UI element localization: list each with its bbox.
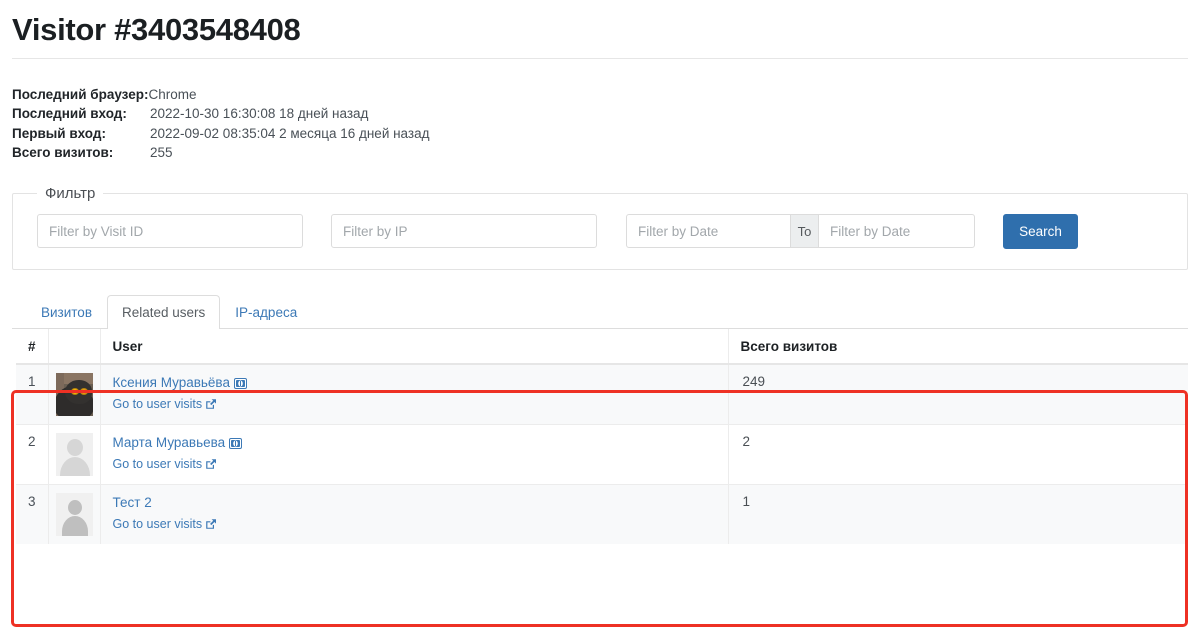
filter-date-to-input[interactable] <box>818 214 975 249</box>
total-visits-value: 2 <box>742 433 751 449</box>
cell-user: Ксения Муравьёва Go to user visits <box>100 363 729 425</box>
column-header-index: # <box>16 328 49 365</box>
goto-visits-line: Go to user visits <box>113 516 716 533</box>
table-head: # User Всего визитов <box>16 328 1188 365</box>
external-link-icon <box>205 518 217 533</box>
cell-user: Марта Муравьева Go to user visits <box>100 423 729 485</box>
user-name-link[interactable]: Тест 2 <box>113 494 152 512</box>
avatar <box>55 492 93 536</box>
table-row: 3 Тест 2 Go to user visits 1 <box>16 483 1188 544</box>
cell-index: 3 <box>16 483 49 544</box>
total-visits-value: 249 <box>742 373 766 389</box>
meta-value-last-visit: 2022-10-30 16:30:08 18 дней назад <box>150 106 369 122</box>
filter-legend: Фильтр <box>45 184 96 202</box>
filter-controls-row: To Search <box>25 208 1175 249</box>
goto-visits-line: Go to user visits <box>113 396 716 413</box>
total-visits-value: 1 <box>742 493 751 509</box>
visitor-detail-page: Visitor #3403548408 Последний браузер: C… <box>0 12 1200 631</box>
cell-avatar <box>48 423 101 485</box>
filter-ip-input[interactable] <box>331 214 597 249</box>
vk-id-badge-icon[interactable] <box>229 437 243 452</box>
tab-visits[interactable]: Визитов <box>26 295 107 329</box>
filter-date-from-input[interactable] <box>626 214 791 249</box>
cell-total-visits: 249 <box>728 363 1188 425</box>
search-button[interactable]: Search <box>1003 213 1078 249</box>
meta-row-total-visits: Всего визитов: 255 <box>12 143 1188 163</box>
page-title: Visitor #3403548408 <box>12 12 301 47</box>
go-to-user-visits-link[interactable]: Go to user visits <box>113 517 203 531</box>
tabs-nav: Визитов Related users IP-адреса <box>12 294 1188 329</box>
cell-user: Тест 2 Go to user visits <box>100 483 729 544</box>
table-header-row: # User Всего визитов <box>16 328 1188 365</box>
meta-label-last-visit: Последний вход: <box>12 106 127 122</box>
avatar <box>55 372 93 416</box>
meta-row-last-visit: Последний вход: 2022-10-30 16:30:08 18 д… <box>12 104 1188 124</box>
cell-index: 1 <box>16 363 49 425</box>
external-link-icon <box>205 458 217 473</box>
tab-ip-addresses[interactable]: IP-адреса <box>220 295 312 329</box>
tab-related-users[interactable]: Related users <box>107 294 221 329</box>
column-header-avatar <box>48 328 101 365</box>
column-header-user: User <box>100 328 729 365</box>
cell-avatar <box>48 363 101 425</box>
meta-label-total-visits: Всего визитов: <box>12 145 114 161</box>
cell-total-visits: 2 <box>728 423 1188 485</box>
table-row: 1 Ксения Муравьёва Go to user visits 249 <box>16 363 1188 425</box>
filter-panel: Фильтр To Search <box>12 184 1188 270</box>
avatar <box>55 432 93 476</box>
table-row: 2 Марта Муравьева Go to user visits 2 <box>16 423 1188 485</box>
user-name-link[interactable]: Марта Муравьева <box>113 434 226 452</box>
cell-avatar <box>48 483 101 544</box>
related-users-table: # User Всего визитов 1 Ксения Муравьёва … <box>16 328 1188 544</box>
meta-value-browser: Chrome <box>148 86 197 102</box>
meta-label-browser: Последний браузер: <box>12 86 149 102</box>
visitor-meta-list: Последний браузер: Chrome Последний вход… <box>12 85 1188 163</box>
meta-label-first-visit: Первый вход: <box>12 125 106 141</box>
user-name-link[interactable]: Ксения Муравьёва <box>113 374 230 392</box>
vk-id-badge-icon[interactable] <box>233 377 247 392</box>
date-range-separator-label: To <box>791 214 818 249</box>
go-to-user-visits-link[interactable]: Go to user visits <box>113 457 203 471</box>
cell-index: 2 <box>16 423 49 485</box>
table-body: 1 Ксения Муравьёва Go to user visits 249… <box>16 363 1188 544</box>
title-divider <box>12 57 1188 59</box>
filter-visit-id-input[interactable] <box>37 214 303 249</box>
goto-visits-line: Go to user visits <box>113 456 716 473</box>
meta-value-first-visit: 2022-09-02 08:35:04 2 месяца 16 дней наз… <box>150 125 430 141</box>
go-to-user-visits-link[interactable]: Go to user visits <box>113 397 203 411</box>
cell-total-visits: 1 <box>728 483 1188 544</box>
filter-date-range-group: To <box>626 214 975 249</box>
external-link-icon <box>205 398 217 413</box>
related-users-table-wrap: # User Всего визитов 1 Ксения Муравьёва … <box>12 328 1188 544</box>
meta-value-total-visits: 255 <box>150 145 173 161</box>
meta-row-first-visit: Первый вход: 2022-09-02 08:35:04 2 месяц… <box>12 124 1188 144</box>
meta-row-browser: Последний браузер: Chrome <box>12 85 1188 105</box>
column-header-total-visits: Всего визитов <box>728 328 1188 365</box>
